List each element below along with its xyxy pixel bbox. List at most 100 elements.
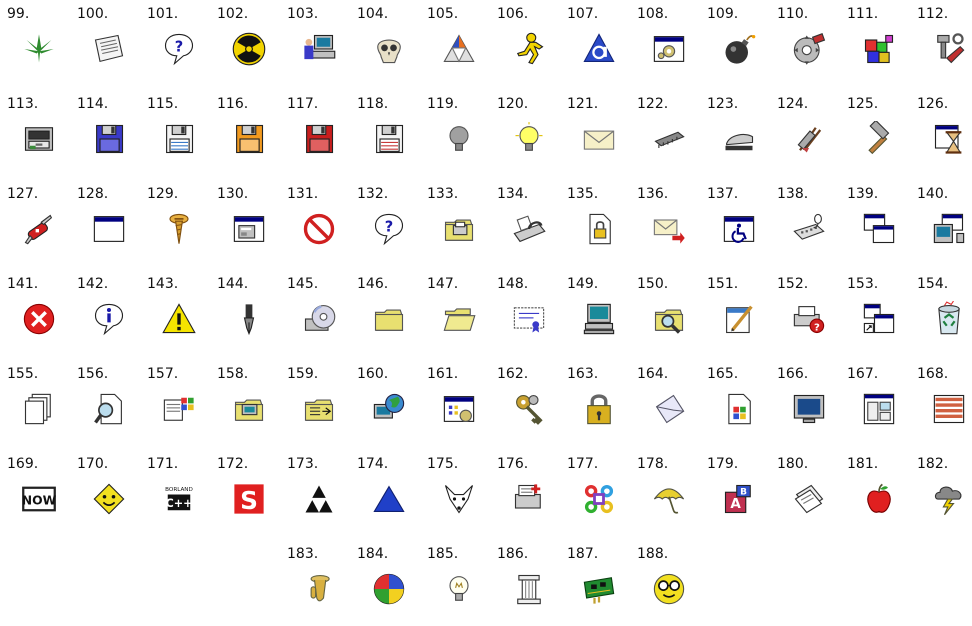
icon-cell: 120.	[497, 93, 549, 151]
beach-ball-icon	[371, 571, 407, 607]
window-gears-icon	[651, 31, 687, 67]
icon-number: 173.	[287, 456, 319, 472]
tuba-icon	[301, 571, 337, 607]
icon-number: 182.	[917, 456, 949, 472]
icon-cell: 170.	[77, 453, 129, 515]
icon-number: 114.	[77, 96, 109, 112]
icon-number: 102.	[217, 6, 249, 22]
borland-cpp-icon: BORLAND C++	[161, 481, 197, 517]
icon-cell: 114.	[77, 93, 129, 154]
lightbulb-off-icon	[441, 121, 477, 157]
documents-stack-icon	[21, 391, 57, 427]
icon-number: 120.	[497, 96, 529, 112]
icon-cell: 154.	[917, 273, 969, 335]
icon-cell: 122.	[637, 93, 689, 149]
svg-text:?: ?	[175, 38, 183, 55]
icon-number: 141.	[7, 276, 39, 292]
radiation-icon	[231, 31, 267, 67]
icon-number: 126.	[917, 96, 949, 112]
icon-number: 152.	[777, 276, 809, 292]
icon-cell: 167.	[847, 363, 899, 425]
icon-number: 181.	[847, 456, 879, 472]
lightbulb-on-icon	[511, 121, 547, 157]
icon-cell: 112.	[917, 3, 969, 64]
triangle-logo-icon	[441, 31, 477, 67]
umbrella-icon	[651, 481, 687, 517]
red-s-logo-icon: S	[231, 481, 267, 517]
icon-number: 179.	[707, 456, 739, 472]
edit-document-icon	[721, 301, 757, 337]
icon-cell: 184.	[357, 543, 409, 605]
icon-number: 116.	[217, 96, 249, 112]
icon-cell: 106.	[497, 3, 549, 65]
shortcut-windows-icon	[861, 301, 897, 337]
icon-cell: 119.	[427, 93, 479, 151]
blank-window-icon	[91, 211, 127, 247]
icon-cell: 126.	[917, 93, 969, 154]
svg-text:NOW: NOW	[22, 494, 57, 508]
icon-number: 135.	[567, 186, 599, 202]
icon-number: 154.	[917, 276, 949, 292]
icon-number: 119.	[427, 96, 459, 112]
svg-text:BORLAND: BORLAND	[165, 487, 193, 493]
icon-cell: 144.	[217, 273, 269, 336]
icon-cell: 174.	[357, 453, 409, 512]
screw-icon	[161, 211, 197, 247]
computer-user-icon	[301, 31, 337, 67]
icon-number: 121.	[567, 96, 599, 112]
icon-cell: 169. NOW	[7, 453, 59, 512]
icon-cell: 103.	[287, 3, 339, 60]
newspaper-icon	[91, 31, 127, 67]
icon-cell: 166.	[777, 363, 829, 424]
icon-number: 146.	[357, 276, 389, 292]
icon-number: 127.	[7, 186, 39, 202]
fax-icon	[511, 211, 547, 247]
icon-cell: 135.	[567, 183, 619, 245]
cannabis-leaf-icon	[21, 31, 57, 67]
icon-cell: 99.	[7, 3, 59, 63]
icon-number: 171.	[147, 456, 179, 472]
icon-cell: 129.	[147, 183, 199, 244]
icon-number: 113.	[7, 96, 39, 112]
mail-send-icon	[651, 211, 687, 247]
icon-cell: 176.	[497, 453, 549, 509]
icon-cell: 151.	[707, 273, 759, 334]
icon-number: 175.	[427, 456, 459, 472]
icon-cell: 182.	[917, 453, 969, 516]
folder-search-icon	[651, 301, 687, 337]
circuit-board-icon	[581, 571, 617, 607]
fountain-pen-icon	[231, 301, 267, 337]
network-globe-icon	[371, 391, 407, 427]
icon-cell: 156.	[77, 363, 129, 425]
icon-number: 110.	[777, 6, 809, 22]
icon-cell: 161.	[427, 363, 479, 422]
windows-document-icon	[721, 391, 757, 427]
windows-flag-icon	[161, 391, 197, 427]
icon-cell: 168.	[917, 363, 969, 424]
help-balloon-icon: ?	[161, 31, 197, 67]
windows-network-icon	[931, 211, 967, 247]
icon-number: 162.	[497, 366, 529, 382]
icon-cell: 108.	[637, 3, 689, 62]
envelope-open-icon	[651, 391, 687, 427]
icon-cell: 152.?	[777, 273, 829, 333]
icon-number: 123.	[707, 96, 739, 112]
icon-cell: 142.	[77, 273, 129, 336]
folder-printer-icon	[441, 211, 477, 247]
warning-icon	[161, 301, 197, 337]
folder-computer-icon	[231, 391, 267, 427]
swiss-knife-icon	[21, 211, 57, 247]
keyboard-mouse-icon	[791, 211, 827, 247]
icon-cell: 159.	[287, 363, 339, 421]
icon-number: 122.	[637, 96, 669, 112]
cd-drive-icon	[301, 301, 337, 337]
folder-closed-icon	[371, 301, 407, 337]
pillar-icon	[511, 571, 547, 607]
icon-cell: 109.	[707, 3, 759, 64]
icon-number: 183.	[287, 546, 319, 562]
icon-number: 165.	[707, 366, 739, 382]
papers-icon	[791, 481, 827, 517]
brick-wall-icon	[931, 391, 967, 427]
icon-number: 164.	[637, 366, 669, 382]
floppy-white-red-icon	[371, 121, 407, 157]
